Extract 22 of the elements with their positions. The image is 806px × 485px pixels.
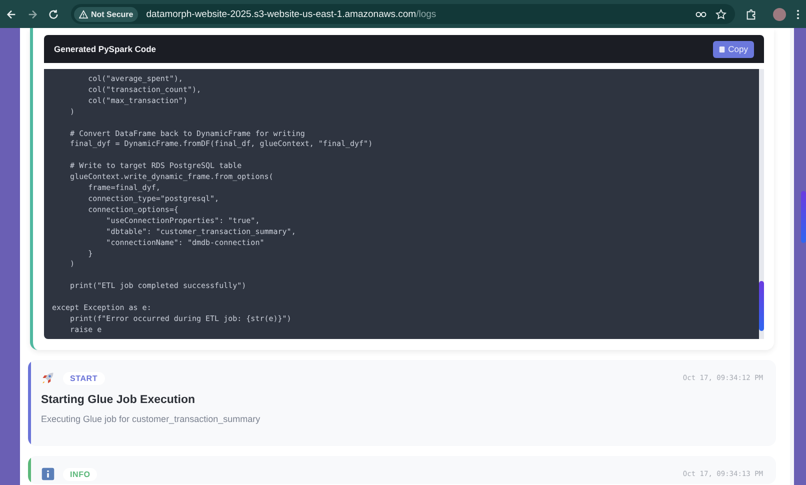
page-scrollbar-thumb[interactable]	[801, 191, 806, 243]
copy-button[interactable]: Copy	[713, 40, 754, 58]
warning-icon	[79, 10, 88, 18]
security-chip[interactable]: Not Secure	[74, 6, 138, 22]
clipboard-icon	[719, 46, 726, 52]
level-badge: START	[63, 372, 105, 384]
entry-message: Executing Glue job for customer_transaction_summary	[41, 414, 262, 424]
info-icon	[41, 467, 55, 481]
forward-icon[interactable]	[27, 8, 38, 20]
scrollbar-thumb[interactable]	[759, 281, 764, 331]
entry-title: Starting Glue Job Execution	[41, 394, 196, 406]
url-text: datamorph-website-2025.s3-website-us-east-1.amazonaws.com/logs	[146, 8, 436, 20]
reload-icon[interactable]	[48, 8, 59, 20]
rocket-icon	[41, 371, 55, 385]
address-bar[interactable]: Not Secure datamorph-website-2025.s3-website-us-east-1.amazonaws.com/logs	[71, 4, 735, 24]
level-badge: INFO	[63, 468, 98, 480]
star-icon[interactable]	[715, 8, 727, 20]
menu-icon[interactable]	[796, 8, 800, 20]
code-title: Generated PySpark Code	[54, 44, 156, 54]
back-icon[interactable]	[6, 8, 17, 20]
extension-puzzle-icon[interactable]	[745, 8, 757, 20]
profile-avatar[interactable]	[773, 8, 786, 20]
